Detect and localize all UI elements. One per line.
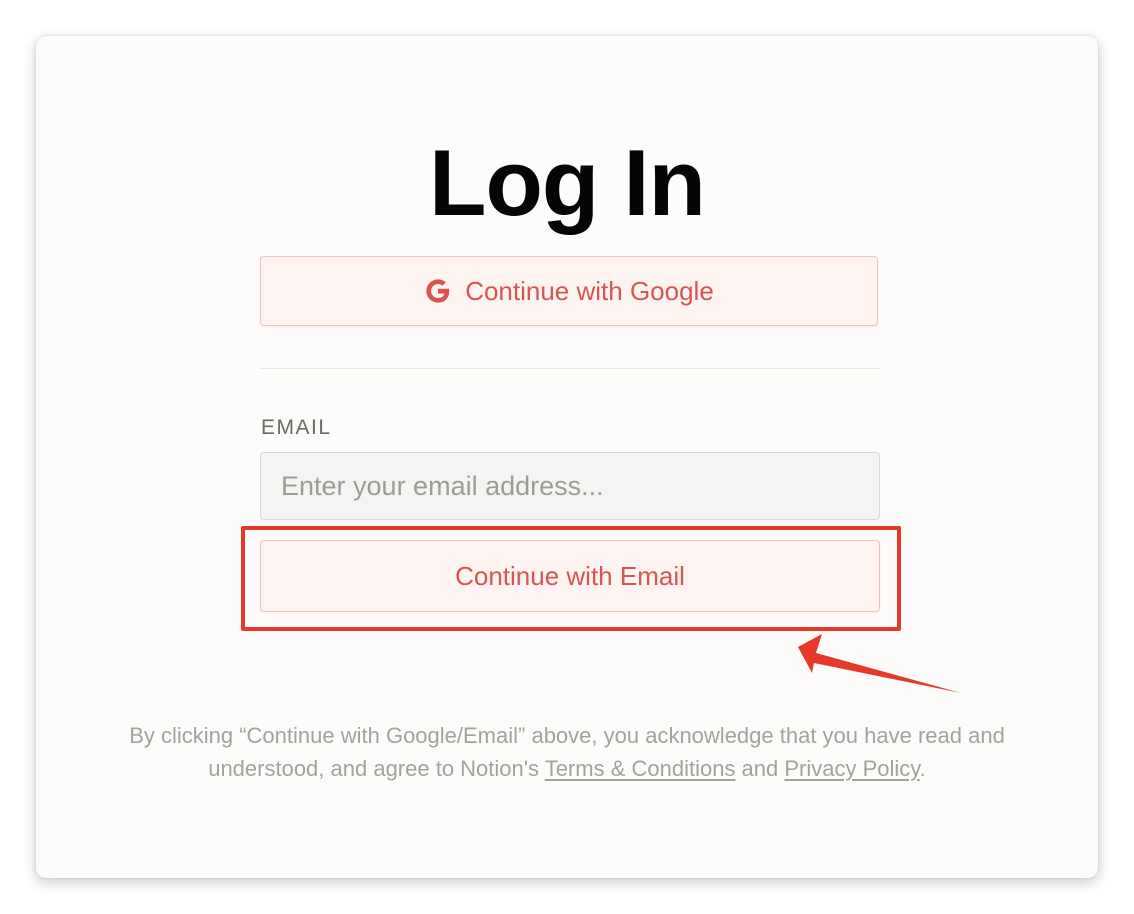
- privacy-policy-link[interactable]: Privacy Policy: [784, 756, 919, 781]
- login-card: Log In Continue with Google EMAIL Contin…: [36, 36, 1098, 878]
- legal-notice: By clicking “Continue with Google/Email”…: [76, 719, 1058, 785]
- page-title: Log In: [429, 130, 706, 235]
- email-button-label: Continue with Email: [455, 560, 685, 591]
- terms-link[interactable]: Terms & Conditions: [545, 756, 736, 781]
- email-label: EMAIL: [261, 416, 332, 439]
- legal-text-middle: and: [735, 756, 785, 781]
- email-input[interactable]: [260, 452, 880, 520]
- google-g-icon: [426, 279, 450, 303]
- legal-text-after: .: [919, 756, 926, 781]
- continue-with-google-button[interactable]: Continue with Google: [260, 256, 878, 326]
- screenshot-stage: Log In Continue with Google EMAIL Contin…: [0, 0, 1134, 914]
- divider: [260, 368, 880, 369]
- google-button-label: Continue with Google: [465, 275, 714, 306]
- continue-with-email-button[interactable]: Continue with Email: [260, 540, 880, 612]
